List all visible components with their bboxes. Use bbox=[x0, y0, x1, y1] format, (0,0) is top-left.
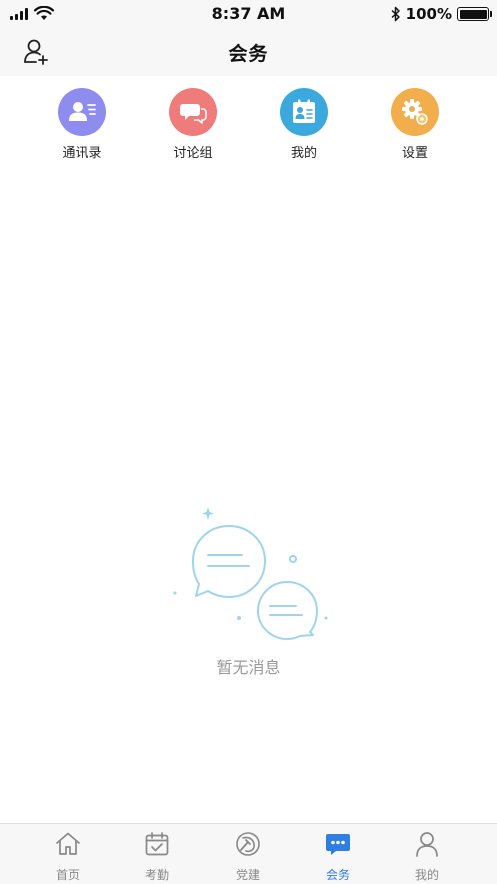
status-right: 100% bbox=[391, 5, 492, 23]
tab-attendance[interactable]: 考勤 bbox=[112, 830, 202, 883]
shortcut-label: 我的 bbox=[290, 146, 317, 161]
tab-label: 会务 bbox=[325, 868, 350, 882]
shortcut-discussion[interactable]: 讨论组 bbox=[138, 88, 248, 161]
discussion-icon bbox=[169, 88, 217, 136]
tab-label: 考勤 bbox=[144, 868, 169, 882]
shortcut-contacts[interactable]: 通讯录 bbox=[27, 88, 137, 161]
empty-state: 暂无消息 bbox=[0, 500, 497, 690]
tab-bar: 首页 考勤 党建 会务 我的 bbox=[0, 823, 497, 884]
shortcut-label: 通讯录 bbox=[62, 146, 102, 161]
contacts-icon bbox=[58, 88, 106, 136]
bluetooth-icon bbox=[391, 6, 400, 22]
party-emblem-icon bbox=[236, 832, 260, 856]
my-card-icon bbox=[280, 88, 328, 136]
calendar-check-icon bbox=[145, 832, 169, 856]
shortcut-mine[interactable]: 我的 bbox=[249, 88, 359, 161]
page-title: 会务 bbox=[228, 43, 269, 65]
chat-bubbles-icon bbox=[173, 507, 328, 640]
tab-label: 党建 bbox=[235, 868, 260, 882]
battery-percentage: 100% bbox=[405, 5, 452, 23]
status-bar: 8:37 AM 100% bbox=[0, 0, 497, 28]
tab-party-building[interactable]: 党建 bbox=[203, 830, 293, 883]
home-icon bbox=[56, 832, 80, 855]
shortcut-grid: 通讯录 讨论组 我的 设置 bbox=[0, 88, 497, 168]
tab-label: 首页 bbox=[55, 868, 80, 882]
shortcut-label: 讨论组 bbox=[173, 146, 213, 161]
shortcut-settings[interactable]: 设置 bbox=[360, 88, 470, 161]
empty-state-text: 暂无消息 bbox=[216, 658, 281, 677]
tab-label: 我的 bbox=[414, 868, 439, 882]
chat-dots-icon bbox=[326, 834, 350, 855]
tab-mine[interactable]: 我的 bbox=[382, 830, 472, 883]
tab-meetings[interactable]: 会务 bbox=[293, 830, 383, 883]
navigation-header: 会务 bbox=[0, 28, 497, 76]
settings-icon bbox=[391, 88, 439, 136]
shortcut-label: 设置 bbox=[401, 146, 428, 161]
tab-home[interactable]: 首页 bbox=[23, 830, 113, 883]
person-icon bbox=[416, 832, 438, 857]
battery-icon bbox=[457, 7, 492, 21]
